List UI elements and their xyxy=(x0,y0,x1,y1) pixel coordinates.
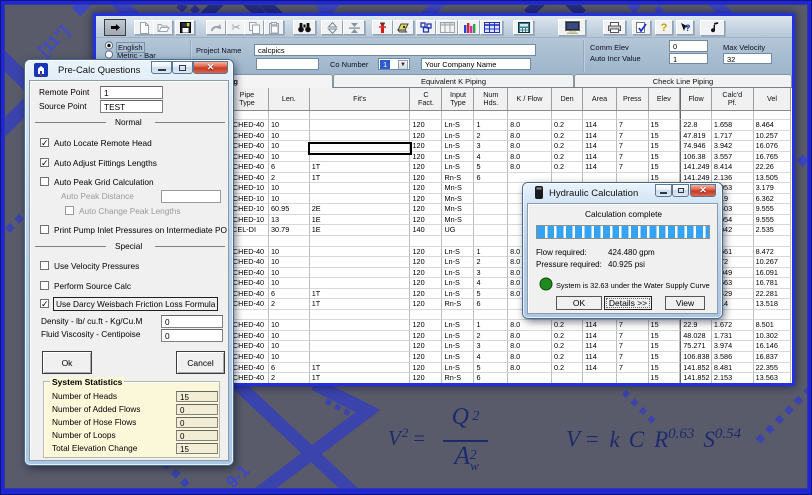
svg-text:9-1: 9-1 xyxy=(222,461,253,492)
svg-text:?: ? xyxy=(685,23,691,33)
svg-text:[11"]: [11"] xyxy=(36,23,73,60)
